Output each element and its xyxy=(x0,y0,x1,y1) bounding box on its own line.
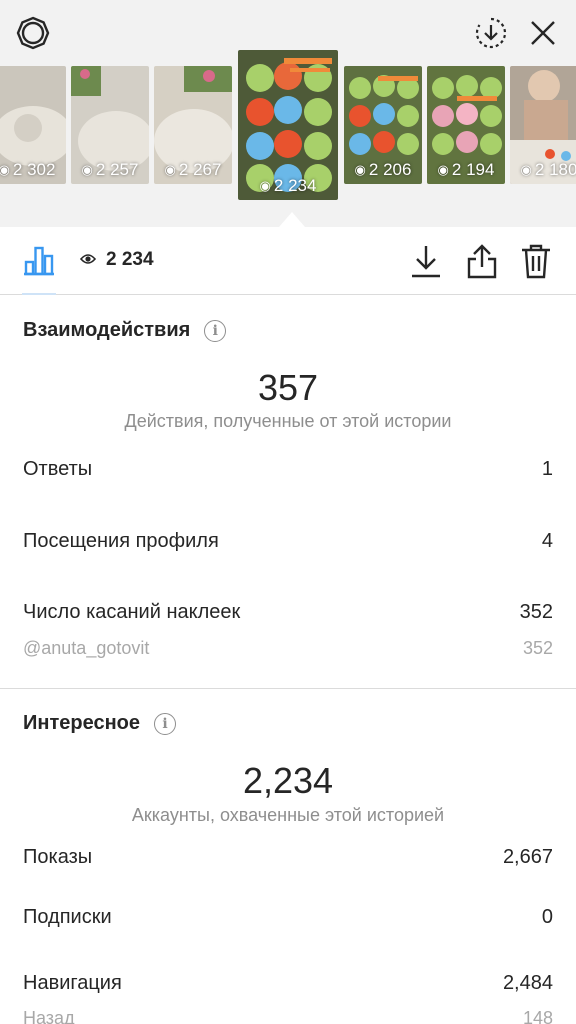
section-divider xyxy=(0,688,576,689)
info-icon[interactable]: i xyxy=(154,712,176,735)
toolbar-views-text: 2 234 xyxy=(106,249,154,270)
stat-row: Число касаний наклеек 352 xyxy=(23,601,553,624)
discovery-heading: Интересное i xyxy=(23,712,176,735)
sticker-mention-label[interactable]: @anuta_gotovit xyxy=(23,638,149,659)
story-thumbnail[interactable]: ◉ 2 194 xyxy=(427,66,505,184)
share-icon[interactable] xyxy=(460,239,504,283)
eye-icon: ◉ xyxy=(520,162,532,177)
eye-icon xyxy=(79,249,97,271)
story-view-count: 2 257 xyxy=(95,160,139,179)
download-icon[interactable] xyxy=(404,239,448,283)
story-thumbnails-strip: ◉2 302 ◉2 257 ◉2 267 ◉2 234 ◉2 206 xyxy=(0,0,576,227)
stat-label: Ответы xyxy=(23,458,93,480)
stat-value: 1 xyxy=(541,458,553,480)
insights-toolbar: 2 234 xyxy=(0,227,576,295)
stat-label: Посещения профиля xyxy=(23,530,219,552)
eye-icon: ◉ xyxy=(0,162,10,177)
story-view-count: 2 180 xyxy=(534,160,576,179)
interactions-caption: Действия, полученные от этой истории xyxy=(124,411,452,431)
download-circle-icon[interactable] xyxy=(470,12,512,54)
story-thumbnail[interactable]: ◉ 2 302 xyxy=(0,66,66,184)
story-thumbnail[interactable]: ◉ 2 206 xyxy=(344,66,422,184)
stat-row: Ответы 1 xyxy=(23,458,553,481)
story-thumbnail[interactable]: ◉ 2 180 xyxy=(510,66,576,184)
stat-label: Назад xyxy=(23,1008,75,1024)
discovery-total: 2,234 xyxy=(242,760,334,801)
active-tab-indicator xyxy=(22,293,56,295)
story-thumbnail[interactable]: ◉ 2 257 xyxy=(71,66,149,184)
selection-pointer xyxy=(279,212,305,227)
stat-value: 352 xyxy=(522,638,553,658)
eye-icon: ◉ xyxy=(259,178,271,193)
stat-label: Показы xyxy=(23,846,93,868)
stat-label: Подписки xyxy=(23,906,112,928)
story-view-count: 2 206 xyxy=(368,160,412,179)
stat-value: 2,667 xyxy=(502,846,553,868)
stat-value: 352 xyxy=(519,601,553,623)
discovery-caption: Аккаунты, охваченные этой историей xyxy=(131,805,445,825)
gear-icon[interactable] xyxy=(12,12,54,54)
stat-value: 0 xyxy=(541,906,553,928)
eye-icon: ◉ xyxy=(81,162,93,177)
bar-chart-icon[interactable] xyxy=(16,237,62,283)
close-icon[interactable] xyxy=(522,12,564,54)
eye-icon: ◉ xyxy=(437,162,449,177)
info-icon[interactable]: i xyxy=(204,319,227,342)
stat-row: Показы 2,667 xyxy=(23,846,553,869)
stat-value: 2,484 xyxy=(502,972,553,994)
story-view-count: 2 194 xyxy=(451,160,495,179)
stat-row: Посещения профиля 4 xyxy=(23,530,553,553)
toolbar-view-count: 2 234 xyxy=(79,249,154,271)
interactions-title: Взаимодействия xyxy=(23,319,191,341)
interactions-total: 357 xyxy=(257,367,319,408)
story-thumbnail-selected[interactable]: ◉ 2 234 xyxy=(238,50,338,200)
stat-label: Навигация xyxy=(23,972,122,994)
eye-icon: ◉ xyxy=(354,162,366,177)
stat-value: 4 xyxy=(541,530,553,552)
trash-icon[interactable] xyxy=(514,239,558,283)
stat-subrow[interactable]: @anuta_gotovit 352 xyxy=(23,638,553,659)
interactions-heading: Взаимодействия i xyxy=(23,319,227,342)
story-view-count: 2 267 xyxy=(178,160,222,179)
story-view-count: 2 234 xyxy=(273,176,317,195)
discovery-title: Интересное xyxy=(23,712,140,734)
stat-subrow: Назад 148 xyxy=(23,1008,553,1024)
stat-row: Подписки 0 xyxy=(23,906,553,929)
story-view-count: 2 302 xyxy=(12,160,56,179)
stat-label: Число касаний наклеек xyxy=(23,601,241,623)
stat-row: Навигация 2,484 xyxy=(23,972,553,995)
eye-icon: ◉ xyxy=(164,162,176,177)
story-thumbnail[interactable]: ◉ 2 267 xyxy=(154,66,232,184)
stat-value: 148 xyxy=(522,1008,553,1024)
